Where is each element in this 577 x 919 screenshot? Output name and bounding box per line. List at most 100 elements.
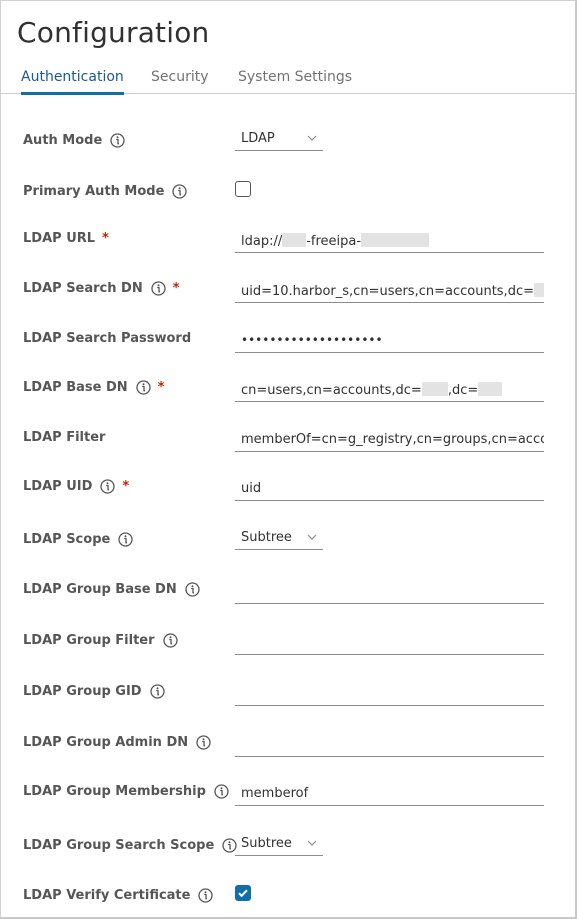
chevron-down-icon — [307, 531, 317, 541]
ldap-search-password-input[interactable]: •••••••••••••••••••• — [235, 327, 544, 353]
ldap-search-dn-input[interactable]: uid=10.harbor_s,cn=users,cn=accounts,dc= — [235, 277, 544, 303]
ldap-group-search-scope-row: LDAP Group Search Scope Subtree — [1, 832, 575, 862]
primary-auth-mode-row: Primary Auth Mode — [1, 178, 575, 208]
ldap-search-dn-row: LDAP Search DN * uid=10.harbor_s,cn=user… — [1, 275, 575, 305]
ldap-verify-certificate-row: LDAP Verify Certificate — [1, 882, 575, 912]
ldap-group-filter-input[interactable] — [235, 629, 544, 655]
auth-mode-row: Auth Mode LDAP — [1, 127, 575, 157]
ldap-url-label-wrap: LDAP URL * — [23, 231, 109, 246]
ldap-group-admin-dn-label: LDAP Group Admin DN — [23, 735, 189, 750]
ldap-group-search-scope-label-wrap: LDAP Group Search Scope — [23, 838, 237, 853]
ldap-group-search-scope-value: Subtree — [241, 836, 292, 851]
ldap-filter-label: LDAP Filter — [23, 430, 106, 445]
info-icon[interactable] — [196, 735, 211, 750]
primary-auth-mode-label-wrap: Primary Auth Mode — [23, 184, 188, 199]
info-icon[interactable] — [118, 532, 133, 547]
info-icon[interactable] — [110, 133, 125, 148]
ldap-group-membership-label: LDAP Group Membership — [23, 784, 206, 799]
ldap-uid-input[interactable]: uid — [235, 475, 544, 501]
info-icon[interactable] — [172, 184, 188, 199]
required-marker: * — [172, 281, 180, 296]
redacted-text — [361, 233, 430, 247]
auth-mode-label-wrap: Auth Mode — [23, 133, 125, 148]
auth-mode-label: Auth Mode — [23, 133, 103, 148]
ldap-search-password-label: LDAP Search Password — [23, 331, 192, 346]
configuration-panel: Configuration Authentication Security Sy… — [0, 0, 577, 919]
ldap-scope-select[interactable]: Subtree — [235, 526, 323, 550]
info-icon[interactable] — [185, 582, 200, 597]
ldap-scope-label: LDAP Scope — [23, 532, 111, 547]
ldap-group-base-dn-input[interactable] — [235, 578, 544, 604]
ldap-filter-label-wrap: LDAP Filter — [23, 430, 105, 445]
required-marker: * — [157, 380, 165, 395]
ldap-group-gid-label: LDAP Group GID — [23, 684, 142, 699]
ldap-base-dn-label: LDAP Base DN — [23, 380, 128, 395]
ldap-verify-certificate-label-wrap: LDAP Verify Certificate — [23, 888, 214, 903]
ldap-base-dn-input[interactable]: cn=users,cn=accounts,dc= ,dc= — [235, 376, 544, 402]
check-icon — [238, 889, 248, 898]
ldap-group-gid-input[interactable] — [235, 680, 544, 706]
required-marker: * — [102, 231, 109, 246]
primary-auth-mode-label: Primary Auth Mode — [23, 184, 165, 199]
ldap-group-gid-row: LDAP Group GID — [1, 678, 575, 708]
ldap-url-row: LDAP URL * ldap:// -freeipa- — [1, 225, 575, 255]
ldap-group-search-scope-label: LDAP Group Search Scope — [23, 838, 215, 853]
ldap-base-dn-value-prefix: cn=users,cn=accounts,dc= — [241, 383, 422, 398]
chevron-down-icon — [307, 837, 317, 847]
ldap-group-base-dn-label-wrap: LDAP Group Base DN — [23, 582, 200, 597]
auth-mode-select[interactable]: LDAP — [235, 127, 323, 151]
ldap-group-membership-label-wrap: LDAP Group Membership — [23, 784, 229, 799]
tab-bar: Authentication Security System Settings — [1, 67, 575, 95]
ldap-group-admin-dn-label-wrap: LDAP Group Admin DN — [23, 735, 211, 750]
ldap-group-base-dn-label: LDAP Group Base DN — [23, 582, 177, 597]
info-icon[interactable] — [100, 479, 116, 494]
ldap-uid-label: LDAP UID — [23, 479, 93, 494]
ldap-group-search-scope-select[interactable]: Subtree — [235, 832, 323, 856]
info-icon[interactable] — [162, 633, 178, 648]
ldap-group-membership-row: LDAP Group Membership memberof — [1, 778, 575, 808]
ldap-search-password-row: LDAP Search Password •••••••••••••••••••… — [1, 325, 575, 355]
page-title: Configuration — [17, 16, 210, 49]
info-icon[interactable] — [135, 380, 151, 395]
ldap-uid-label-wrap: LDAP UID * — [23, 479, 129, 494]
ldap-base-dn-value-mid: ,dc= — [447, 383, 479, 398]
ldap-group-base-dn-row: LDAP Group Base DN — [1, 576, 575, 606]
auth-mode-value: LDAP — [241, 131, 275, 146]
ldap-group-filter-label: LDAP Group Filter — [23, 633, 155, 648]
info-icon[interactable] — [151, 281, 166, 296]
ldap-verify-certificate-label: LDAP Verify Certificate — [23, 888, 191, 903]
ldap-filter-input[interactable]: memberOf=cn=g_registry,cn=groups,cn=acco… — [235, 426, 544, 452]
ldap-group-filter-label-wrap: LDAP Group Filter — [23, 633, 178, 648]
ldap-scope-label-wrap: LDAP Scope — [23, 532, 133, 547]
ldap-search-dn-value: uid=10.harbor_s,cn=users,cn=accounts,dc= — [241, 284, 534, 299]
tab-system-settings[interactable]: System Settings — [238, 69, 352, 94]
chevron-down-icon — [307, 132, 317, 142]
ldap-verify-certificate-checkbox[interactable] — [235, 885, 251, 901]
ldap-search-password-label-wrap: LDAP Search Password — [23, 331, 191, 346]
ldap-group-membership-input[interactable]: memberof — [235, 780, 544, 806]
ldap-base-dn-row: LDAP Base DN * cn=users,cn=accounts,dc=,… — [1, 374, 575, 404]
ldap-group-filter-row: LDAP Group Filter — [1, 627, 575, 657]
ldap-url-input[interactable]: ldap:// -freeipa- — [235, 227, 544, 253]
ldap-scope-row: LDAP Scope Subtree — [1, 526, 575, 556]
redacted-text — [282, 233, 307, 247]
ldap-search-dn-label-wrap: LDAP Search DN * — [23, 281, 180, 296]
redacted-text — [478, 382, 503, 396]
tab-authentication[interactable]: Authentication — [21, 69, 124, 95]
ldap-url-value-prefix: ldap:// — [241, 234, 283, 249]
ldap-group-gid-label-wrap: LDAP Group GID — [23, 684, 165, 699]
primary-auth-mode-checkbox[interactable] — [235, 181, 251, 197]
ldap-group-admin-dn-input[interactable] — [235, 731, 544, 757]
ldap-scope-value: Subtree — [241, 530, 292, 545]
ldap-url-label: LDAP URL — [23, 231, 96, 246]
ldap-base-dn-label-wrap: LDAP Base DN * — [23, 380, 164, 395]
info-icon[interactable] — [214, 784, 229, 799]
info-icon[interactable] — [198, 888, 214, 903]
required-marker: * — [122, 479, 130, 494]
info-icon[interactable] — [149, 684, 165, 699]
ldap-group-admin-dn-row: LDAP Group Admin DN — [1, 729, 575, 759]
tab-security[interactable]: Security — [151, 69, 209, 94]
ldap-filter-row: LDAP Filter memberOf=cn=g_registry,cn=gr… — [1, 424, 575, 454]
redacted-text — [533, 283, 544, 297]
redacted-text — [421, 382, 448, 396]
